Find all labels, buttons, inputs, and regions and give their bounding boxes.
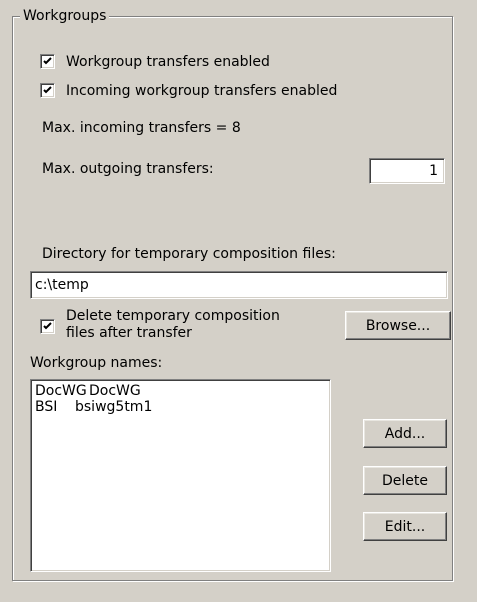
workgroup-value: bsiwg5tm1 bbox=[75, 399, 153, 415]
workgroup-names-list[interactable]: DocWG DocWG BSI bsiwg5tm1 bbox=[30, 379, 331, 572]
workgroup-names-label: Workgroup names: bbox=[30, 355, 163, 371]
workgroup-transfers-checkbox[interactable] bbox=[40, 54, 55, 69]
check-mark-icon bbox=[43, 57, 52, 65]
workgroup-transfers-label[interactable]: Workgroup transfers enabled bbox=[66, 53, 270, 71]
delete-temp-files-checkbox[interactable] bbox=[40, 319, 55, 334]
add-button[interactable]: Add... bbox=[363, 419, 447, 448]
temp-dir-input[interactable] bbox=[30, 271, 448, 299]
incoming-transfers-label[interactable]: Incoming workgroup transfers enabled bbox=[66, 82, 337, 100]
list-item[interactable]: BSI bsiwg5tm1 bbox=[35, 399, 326, 415]
incoming-transfers-checkbox[interactable] bbox=[40, 83, 55, 98]
delete-temp-files-label-line2[interactable]: files after transfer bbox=[66, 324, 192, 342]
check-mark-icon bbox=[43, 322, 52, 330]
workgroup-value: DocWG bbox=[89, 383, 141, 399]
max-outgoing-label: Max. outgoing transfers: bbox=[42, 161, 214, 177]
list-item[interactable]: DocWG DocWG bbox=[35, 383, 326, 399]
temp-dir-label: Directory for temporary composition file… bbox=[42, 246, 336, 262]
delete-temp-files-label-line1[interactable]: Delete temporary composition bbox=[66, 307, 280, 325]
delete-button[interactable]: Delete bbox=[363, 466, 447, 495]
groupbox-title: Workgroups bbox=[20, 7, 110, 25]
workgroup-name: BSI bbox=[35, 399, 58, 415]
edit-button[interactable]: Edit... bbox=[363, 512, 447, 541]
browse-button[interactable]: Browse... bbox=[345, 311, 451, 340]
max-incoming-text: Max. incoming transfers = 8 bbox=[42, 120, 241, 136]
workgroup-name: DocWG bbox=[35, 383, 87, 399]
check-mark-icon bbox=[43, 86, 52, 94]
max-outgoing-input[interactable] bbox=[369, 158, 445, 184]
